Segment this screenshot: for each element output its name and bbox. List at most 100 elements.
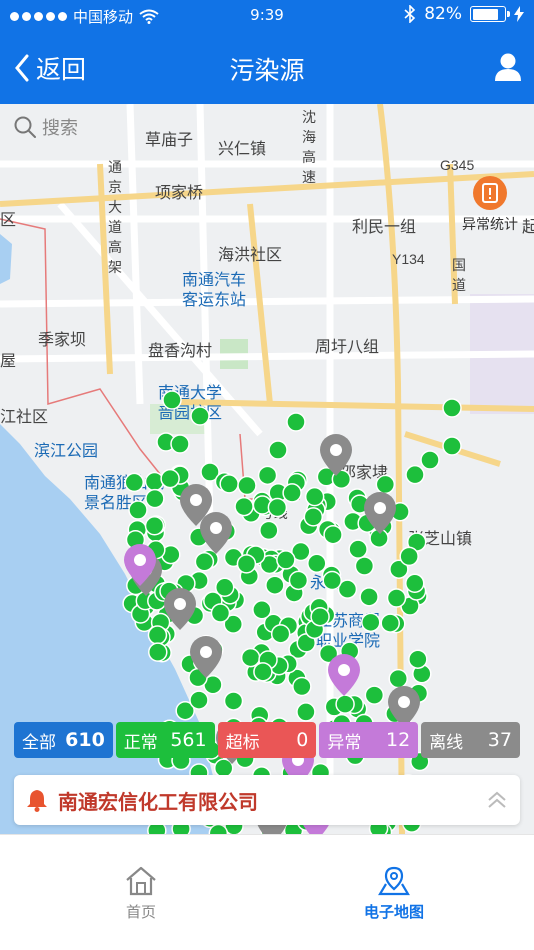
green-station-marker[interactable] xyxy=(145,488,165,509)
map-label: 江社区 xyxy=(0,408,48,426)
green-station-marker[interactable] xyxy=(223,691,244,711)
green-station-marker[interactable] xyxy=(364,685,385,705)
green-station-marker[interactable] xyxy=(348,539,368,559)
green-station-marker[interactable] xyxy=(210,603,231,623)
tab-label: 电子地图 xyxy=(363,903,424,921)
green-station-marker[interactable] xyxy=(310,606,330,627)
green-station-marker[interactable] xyxy=(322,570,342,591)
selected-company-bar[interactable]: 南通宏信化工有限公司 xyxy=(14,775,520,825)
green-station-marker[interactable] xyxy=(408,649,428,669)
search-box[interactable]: 搜索 xyxy=(14,114,78,140)
green-station-marker[interactable] xyxy=(286,412,306,432)
map-pin-icon xyxy=(378,866,410,896)
green-station-marker[interactable] xyxy=(147,625,168,645)
battery-percent: 82% xyxy=(424,4,462,24)
green-station-marker[interactable] xyxy=(380,613,400,633)
map-label: 海洪社区 xyxy=(218,246,282,264)
green-station-marker[interactable] xyxy=(359,587,379,607)
abnormal-stats-label: 异常统计 xyxy=(462,217,518,233)
map-label: 屋 xyxy=(0,353,16,370)
filter-label: 全部 xyxy=(22,732,56,753)
chevron-double-up-icon[interactable] xyxy=(486,789,508,811)
green-station-marker[interactable] xyxy=(124,472,145,493)
green-station-marker[interactable] xyxy=(234,496,254,517)
green-station-marker[interactable] xyxy=(386,588,407,608)
filter-label: 正常 xyxy=(123,732,158,753)
green-station-marker[interactable] xyxy=(405,464,425,485)
filter-all[interactable]: 全部 610 xyxy=(14,722,113,758)
green-station-marker[interactable] xyxy=(128,500,148,520)
green-station-marker[interactable] xyxy=(303,507,324,527)
green-station-marker[interactable] xyxy=(375,474,396,495)
map-label: 季家坝 xyxy=(38,331,86,349)
green-station-marker[interactable] xyxy=(190,406,210,426)
green-station-marker[interactable] xyxy=(219,474,239,494)
green-station-marker[interactable] xyxy=(170,434,190,454)
green-station-marker[interactable] xyxy=(399,546,419,567)
green-station-marker[interactable] xyxy=(160,468,180,489)
green-station-marker[interactable] xyxy=(270,624,291,644)
green-station-marker[interactable] xyxy=(265,575,285,595)
filter-count: 610 xyxy=(65,729,105,751)
battery-icon xyxy=(470,6,510,22)
map-label: 项家桥 xyxy=(155,184,203,202)
filter-label: 异常 xyxy=(327,732,362,753)
green-station-marker[interactable] xyxy=(253,662,273,682)
green-station-marker[interactable] xyxy=(267,497,288,518)
green-station-marker[interactable] xyxy=(259,520,279,541)
green-station-marker[interactable] xyxy=(354,556,375,576)
map-label: 南通汽车客运东站 xyxy=(182,271,246,309)
green-station-marker[interactable] xyxy=(144,516,165,536)
filter-label: 超标 xyxy=(225,732,260,753)
map-label: 区 xyxy=(0,212,16,229)
green-station-marker[interactable] xyxy=(292,676,312,697)
green-station-marker[interactable] xyxy=(405,573,425,594)
map-label: 滨江公园 xyxy=(34,442,98,460)
green-station-marker[interactable] xyxy=(162,390,182,410)
alert-stats-icon xyxy=(473,176,507,210)
abnormal-stats-button[interactable]: 异常统计 xyxy=(455,176,525,234)
filter-offline[interactable]: 离线 37 xyxy=(421,722,520,758)
nav-bar: 返回 污染源 xyxy=(0,34,534,104)
green-station-marker[interactable] xyxy=(148,642,168,662)
map-label: 沈海高速 xyxy=(302,109,316,185)
search-icon xyxy=(14,116,36,138)
green-station-marker[interactable] xyxy=(304,486,325,507)
green-station-marker[interactable] xyxy=(189,690,209,710)
green-station-marker[interactable] xyxy=(420,450,440,470)
filter-exceeded[interactable]: 超标 0 xyxy=(217,722,317,758)
green-station-marker[interactable] xyxy=(240,647,261,668)
green-station-marker[interactable] xyxy=(252,600,272,620)
home-icon xyxy=(126,866,156,896)
green-station-marker[interactable] xyxy=(388,668,408,689)
status-bar: 中国移动 9:39 82% xyxy=(0,0,534,30)
green-station-marker[interactable] xyxy=(194,551,215,572)
green-station-marker[interactable] xyxy=(268,440,288,460)
map-label: G345 xyxy=(440,157,474,173)
green-station-marker[interactable] xyxy=(442,398,462,418)
green-station-marker[interactable] xyxy=(257,465,278,486)
user-icon[interactable] xyxy=(494,52,522,82)
status-filter-bar: 全部 610 正常 561 超标 0 异常 12 离线 37 xyxy=(14,722,520,758)
green-station-marker[interactable] xyxy=(307,553,327,574)
green-station-marker[interactable] xyxy=(214,577,235,598)
tab-home[interactable]: 首页 xyxy=(81,865,201,922)
green-station-marker[interactable] xyxy=(282,483,302,503)
bluetooth-icon xyxy=(404,5,416,23)
green-station-marker[interactable] xyxy=(276,550,296,570)
green-station-marker[interactable] xyxy=(335,694,355,714)
search-placeholder: 搜索 xyxy=(42,118,78,139)
green-station-marker[interactable] xyxy=(442,436,462,456)
filter-normal[interactable]: 正常 561 xyxy=(115,722,215,758)
green-station-marker[interactable] xyxy=(323,524,343,545)
green-station-marker[interactable] xyxy=(237,475,257,496)
green-station-marker[interactable] xyxy=(361,612,381,633)
filter-label: 离线 xyxy=(429,732,464,753)
green-station-marker[interactable] xyxy=(288,570,309,591)
tab-map[interactable]: 电子地图 xyxy=(334,865,454,922)
green-station-marker[interactable] xyxy=(236,554,257,574)
map-label: 盘香沟村 xyxy=(148,341,212,360)
green-station-marker[interactable] xyxy=(296,702,316,722)
filter-abnormal[interactable]: 异常 12 xyxy=(319,722,419,758)
offline-station-marker[interactable] xyxy=(200,512,232,554)
